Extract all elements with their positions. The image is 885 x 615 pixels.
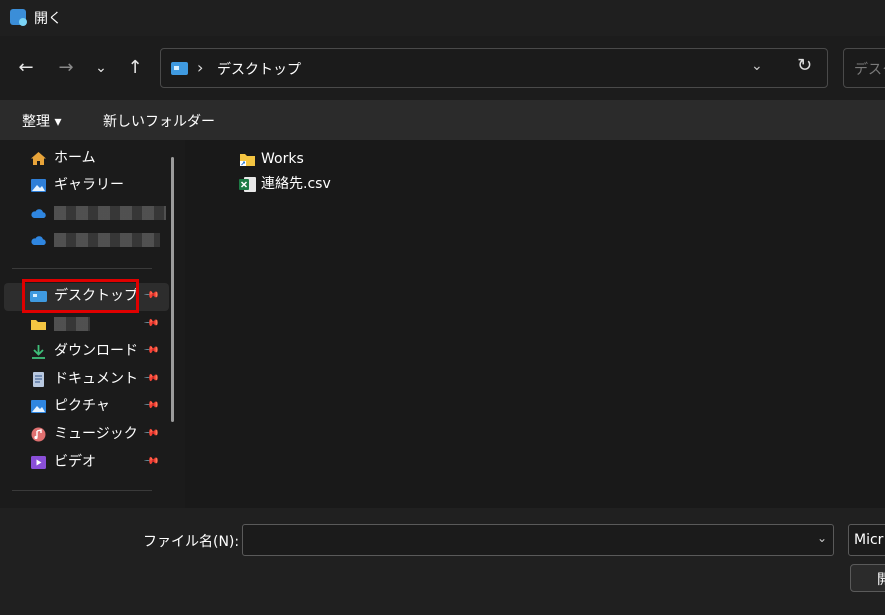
sidebar-item-documents[interactable]: ドキュメント	[30, 368, 138, 390]
breadcrumb-separator-icon: ›	[197, 58, 204, 77]
redacted-account-name	[54, 206, 166, 220]
desktop-icon	[171, 62, 188, 75]
new-folder-button[interactable]: 新しいフォルダー	[103, 111, 215, 131]
open-button-label: 開	[877, 572, 885, 588]
filename-input[interactable]: ⌄	[242, 524, 834, 556]
sidebar-item-label: ダウンロード	[54, 343, 138, 359]
list-item[interactable]: 連絡先.csv	[239, 174, 331, 194]
sidebar-divider	[12, 268, 152, 269]
pictures-icon	[30, 399, 47, 414]
sidebar-item-onedrive-2[interactable]	[30, 229, 160, 251]
organize-button[interactable]: 整理 ▾	[22, 111, 61, 131]
file-name: 連絡先.csv	[261, 176, 331, 192]
sidebar-scrollbar[interactable]	[171, 157, 174, 422]
sidebar-item-label: ホーム	[54, 150, 96, 166]
file-type-value: Micr	[854, 532, 884, 548]
sidebar-item-label: ドキュメント	[54, 371, 138, 387]
sidebar-item-downloads[interactable]: ダウンロード	[30, 340, 138, 362]
folder-icon	[30, 317, 47, 332]
sidebar-divider	[12, 490, 152, 491]
filename-label: ファイル名(N):	[143, 534, 240, 550]
sidebar-item-music[interactable]: ミュージック	[30, 423, 138, 445]
cloud-icon	[30, 206, 47, 221]
gallery-icon	[30, 178, 47, 193]
search-input[interactable]: デスク	[843, 48, 885, 88]
video-icon	[30, 455, 47, 470]
sidebar-item-videos[interactable]: ビデオ	[30, 451, 96, 473]
sidebar-item-pictures[interactable]: ピクチャ	[30, 395, 110, 417]
back-arrow-icon[interactable]: ←	[14, 56, 38, 80]
recent-locations-chevron-icon[interactable]: ⌄	[89, 56, 113, 80]
sidebar-item-label: ビデオ	[54, 454, 96, 470]
app-icon	[10, 9, 27, 26]
download-icon	[30, 344, 47, 359]
breadcrumb-desktop[interactable]: デスクトップ	[217, 59, 301, 79]
sidebar-item-gallery[interactable]: ギャラリー	[30, 174, 124, 196]
cloud-icon	[30, 233, 47, 248]
list-item[interactable]: Works	[239, 149, 304, 169]
file-list-pane	[185, 140, 885, 508]
refresh-icon[interactable]: ↻	[797, 55, 812, 76]
address-bar[interactable]: › デスクトップ ⌄ ↻	[160, 48, 828, 88]
folder-shortcut-icon	[239, 152, 256, 167]
search-placeholder: デスク	[854, 62, 885, 78]
command-bar: 整理 ▾ 新しいフォルダー	[0, 100, 885, 140]
sidebar-item-label: ギャラリー	[54, 177, 124, 193]
forward-arrow-icon[interactable]: →	[54, 56, 78, 80]
sidebar-item-label: ピクチャ	[54, 398, 110, 414]
window-title: 開く	[34, 11, 62, 27]
title-bar: 開く	[0, 0, 885, 36]
file-type-select[interactable]: Micr	[848, 524, 885, 556]
document-icon	[30, 371, 47, 387]
redacted-account-name	[54, 233, 160, 247]
up-arrow-icon[interactable]: ↑	[123, 56, 147, 80]
sidebar-item-label: ミュージック	[54, 426, 138, 442]
dialog-footer: ファイル名(N): ⌄ Micr 開	[0, 508, 885, 615]
sidebar-item-home[interactable]: ホーム	[30, 147, 96, 169]
redacted-folder-name	[54, 317, 90, 331]
navigation-row: ← → ⌄ ↑ › デスクトップ ⌄ ↻ デスク	[0, 36, 885, 100]
music-icon	[30, 427, 47, 442]
address-dropdown-chevron-icon[interactable]: ⌄	[751, 58, 763, 74]
highlight-box	[22, 279, 139, 313]
excel-csv-icon	[239, 176, 256, 192]
home-icon	[30, 151, 47, 166]
sidebar-item-folder[interactable]	[30, 313, 90, 335]
chevron-down-icon[interactable]: ⌄	[817, 531, 827, 545]
open-button[interactable]: 開	[850, 564, 885, 592]
file-name: Works	[261, 151, 304, 167]
sidebar-item-onedrive-1[interactable]	[30, 202, 166, 224]
